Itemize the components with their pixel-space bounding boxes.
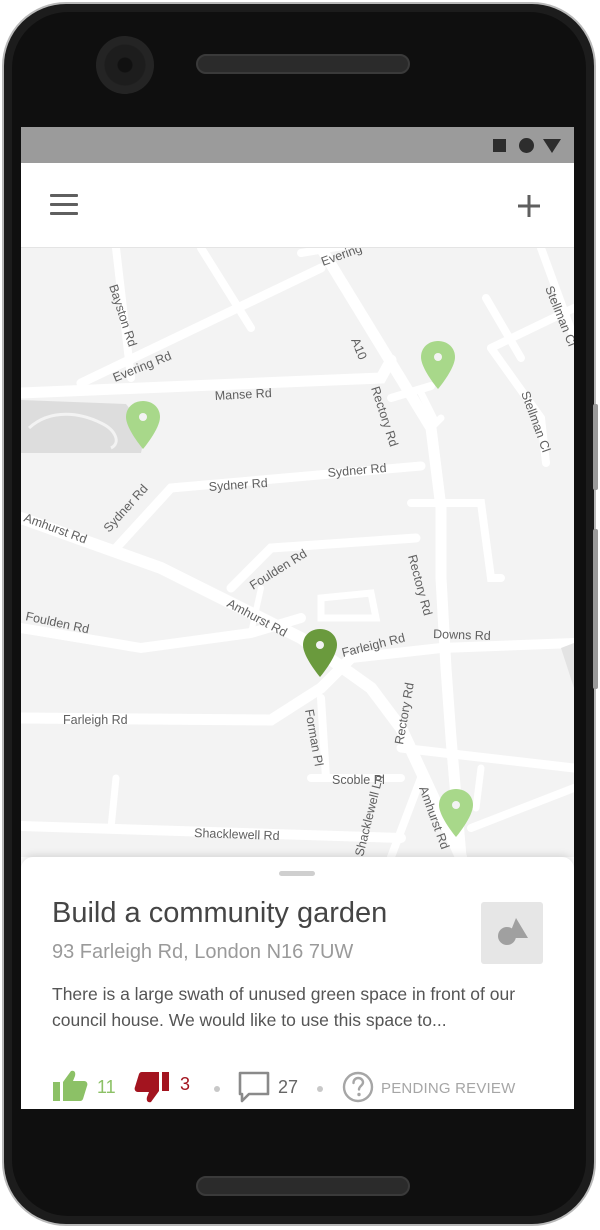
street-label-downs: Downs Rd [433,627,491,643]
plus-icon[interactable] [515,192,543,220]
map-view[interactable]: Evering Bayston Rd Stellman Cl Evering R… [21,248,574,857]
proposal-title: Build a community garden [52,897,388,929]
image-placeholder-icon[interactable] [481,902,543,964]
proposal-card[interactable]: Build a community garden 93 Farleigh Rd,… [21,857,574,1109]
drag-handle[interactable] [279,871,315,876]
separator-dot [214,1086,220,1092]
app-bar [21,163,574,248]
upvote-count: 11 [97,1077,116,1097]
circle-status-icon [519,138,534,153]
street-label-farleigh: Farleigh Rd [63,713,128,727]
thumbs-up-icon[interactable] [52,1069,88,1108]
top-speaker [196,54,410,74]
street-label-manse: Manse Rd [214,386,272,403]
comment-count: 27 [278,1077,299,1097]
comment-icon[interactable] [237,1070,271,1109]
bottom-speaker [196,1176,410,1196]
volume-button [593,529,598,689]
power-button [593,404,598,490]
proposal-stats: 11 3 27 PENDING REVIEW [52,1069,552,1105]
square-nav-icon [493,139,506,152]
proposal-description: There is a large swath of unused green s… [52,984,516,1030]
help-circle-icon [341,1070,375,1109]
separator-dot [317,1086,323,1092]
front-camera [96,36,154,94]
street-label-shacklewell-rd: Shacklewell Rd [194,826,280,843]
park-area [21,400,146,453]
thumbs-down-icon[interactable] [134,1071,170,1109]
hamburger-menu-icon[interactable] [50,194,78,216]
status-bar [21,127,574,163]
proposal-address: 93 Farleigh Rd, London N16 7UW [52,941,354,963]
screen: Evering Bayston Rd Stellman Cl Evering R… [21,127,574,1109]
signal-triangle-icon [543,139,561,153]
downvote-count: 3 [180,1074,191,1094]
status-badge: PENDING REVIEW [381,1080,516,1097]
